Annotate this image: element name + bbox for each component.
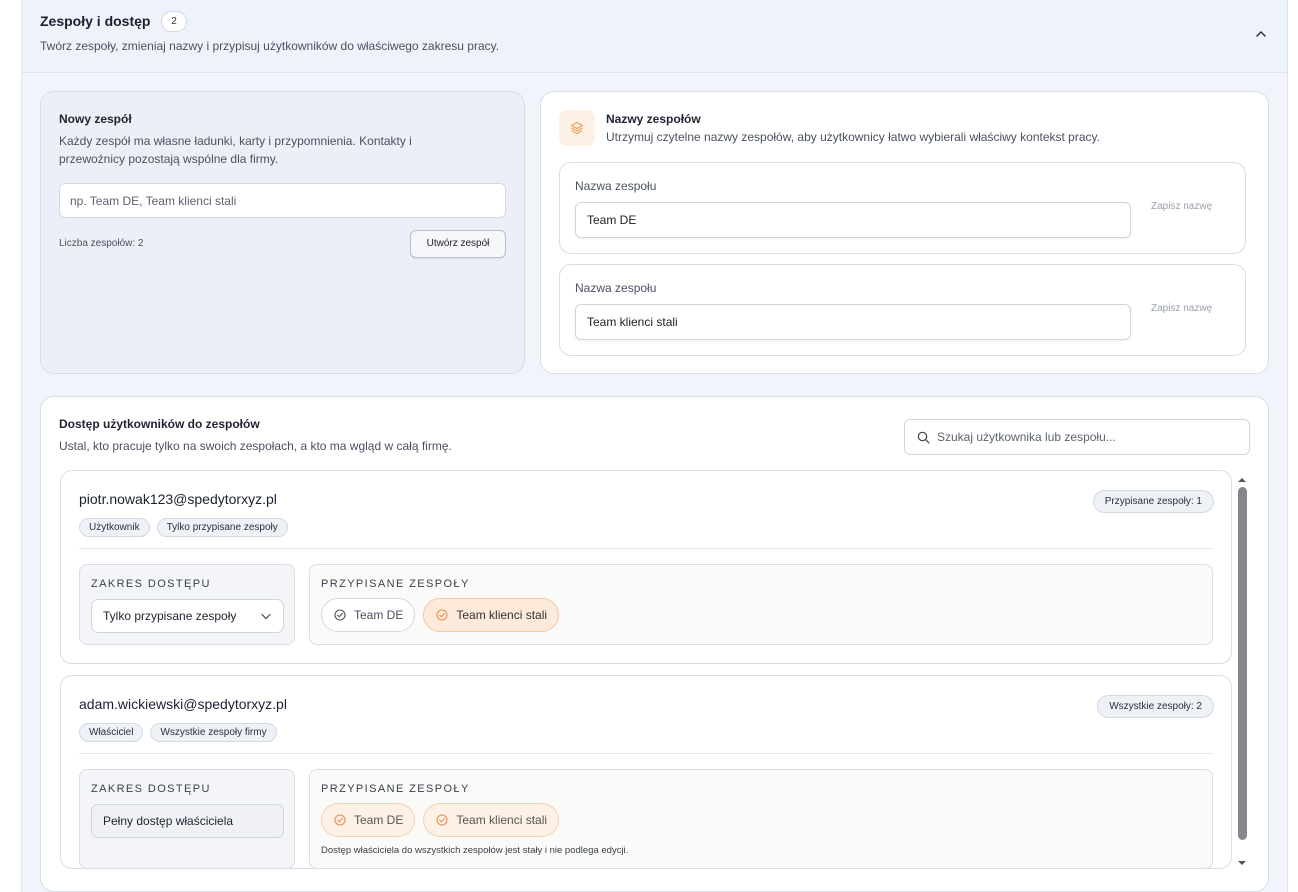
role-tag: Właściciel [79,723,144,742]
user-access-item: piotr.nowak123@spedytorxyz.pl Użytkownik… [60,470,1232,664]
role-tag: Użytkownik [79,518,150,537]
access-scope-value: Pełny dostęp właściciela [103,814,234,828]
team-chip-label: Team DE [354,608,404,622]
team-name-label: Nazwa zespołu [575,179,657,193]
scope-caption: ZAKRES DOSTĘPU [91,783,211,795]
check-circle-icon [436,609,448,621]
new-team-title: Nowy zespół [59,112,132,126]
team-names-description: Utrzymuj czytelne nazwy zespołów, aby uż… [606,130,1100,144]
scroll-down-arrow[interactable] [1235,856,1249,868]
team-chip-selected[interactable]: Team klienci stali [423,598,560,632]
team-chip-label: Team klienci stali [456,608,548,622]
access-scope-select[interactable]: Tylko przypisane zespoły [91,599,284,633]
team-chip-locked: Team klienci stali [423,803,560,837]
search-field[interactable] [904,419,1250,455]
access-scope-readonly: Pełny dostęp właściciela [91,804,284,838]
team-chip-label: Team klienci stali [456,813,548,827]
owner-access-note: Dostęp właściciela do wszystkich zespołó… [321,845,629,856]
user-access-title: Dostęp użytkowników do zespołów [59,417,260,431]
assigned-caption: PRZYPISANE ZESPOŁY [321,578,470,590]
team-count-label: Liczba zespołów: 2 [59,238,144,249]
scope-caption: ZAKRES DOSTĘPU [91,578,211,590]
assigned-teams-box: PRZYPISANE ZESPOŁY Team DE Team klienci … [309,564,1213,645]
check-circle-icon [436,814,448,826]
team-name-label: Nazwa zespołu [575,281,657,295]
page-title: Zespoły i dostęp [40,13,151,29]
team-name-row: Nazwa zespołu Zapisz nazwę [559,162,1246,254]
divider [79,753,1213,754]
access-mode-tag: Wszystkie zespoły firmy [150,723,277,742]
create-team-button[interactable]: Utwórz zespół [410,230,506,258]
new-team-description: Każdy zespół ma własne ładunki, karty i … [59,134,412,166]
panel-header: Zespoły i dostęp 2 Twórz zespoły, zmieni… [22,0,1287,73]
assigned-caption: PRZYPISANE ZESPOŁY [321,783,470,795]
team-name-row: Nazwa zespołu Zapisz nazwę [559,264,1246,356]
team-count-badge: 2 [161,11,187,32]
team-names-card: Nazwy zespołów Utrzymuj czytelne nazwy z… [540,91,1269,374]
team-name-input[interactable] [575,304,1131,340]
access-scope-box: ZAKRES DOSTĘPU Tylko przypisane zespoły [79,564,295,645]
access-scope-value: Tylko przypisane zespoły [103,609,237,623]
save-name-button[interactable]: Zapisz nazwę [1151,201,1212,212]
chevron-down-icon [261,613,271,620]
user-email: adam.wickiewski@spedytorxyz.pl [79,696,287,712]
user-access-item: adam.wickiewski@spedytorxyz.pl Właścicie… [60,675,1232,869]
assigned-teams-box: PRZYPISANE ZESPOŁY Team DE Team klienci … [309,769,1213,869]
new-team-name-input[interactable] [59,183,506,218]
user-access-card: Dostęp użytkowników do zespołów Ustal, k… [40,396,1269,892]
search-icon [917,431,930,444]
team-names-title: Nazwy zespołów [606,112,701,126]
assigned-count-badge: Wszystkie zespoły: 2 [1097,695,1214,718]
chevron-up-icon[interactable] [1253,26,1269,42]
team-chip-locked: Team DE [321,803,416,837]
team-chip[interactable]: Team DE [321,598,416,632]
access-mode-tag: Tylko przypisane zespoły [156,518,288,537]
page-description: Twórz zespoły, zmieniaj nazwy i przypisu… [40,39,500,53]
user-access-description: Ustal, kto pracuje tylko na swoich zespo… [59,439,452,453]
access-scope-box: ZAKRES DOSTĘPU Pełny dostęp właściciela [79,769,295,869]
team-name-input[interactable] [575,202,1131,238]
scrollbar-thumb[interactable] [1238,487,1247,840]
layers-icon [559,110,595,146]
user-email: piotr.nowak123@spedytorxyz.pl [79,491,277,507]
team-chip-label: Team DE [354,813,404,827]
new-team-card: Nowy zespół Każdy zespół ma własne ładun… [40,91,525,374]
search-input[interactable] [937,428,1237,446]
save-name-button[interactable]: Zapisz nazwę [1151,303,1212,314]
check-circle-icon [334,814,346,826]
check-circle-icon [334,609,346,621]
scroll-up-arrow[interactable] [1235,473,1249,485]
divider [79,548,1213,549]
assigned-count-badge: Przypisane zespoły: 1 [1092,490,1214,513]
